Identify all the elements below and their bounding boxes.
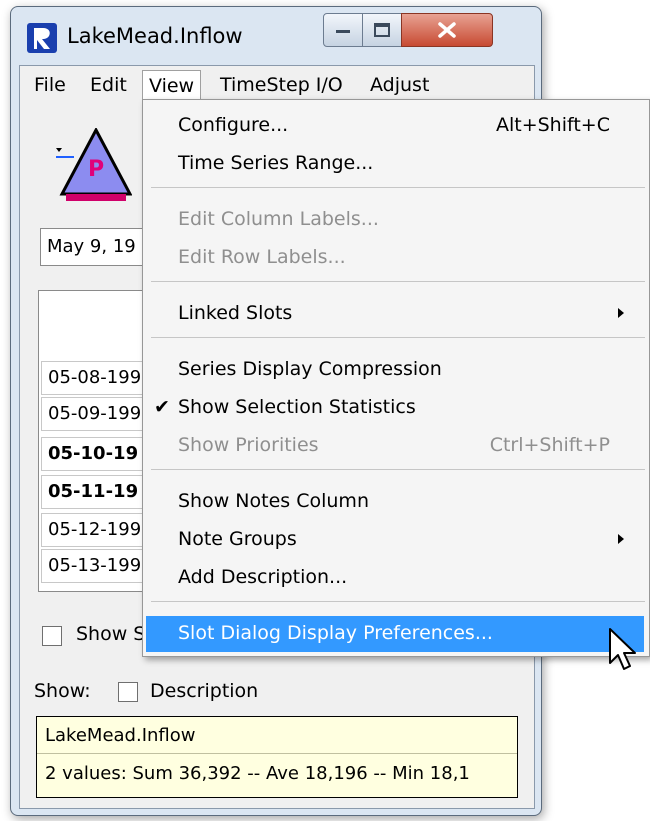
- menu-note-groups[interactable]: Note Groups: [146, 522, 644, 558]
- riverware-app-icon: [27, 23, 57, 53]
- menu-note-groups-label: Note Groups: [178, 528, 297, 550]
- menu-show-notes-column[interactable]: Show Notes Column: [146, 484, 644, 520]
- menu-separator: [151, 601, 645, 602]
- menu-add-description-label: Add Description...: [178, 566, 348, 588]
- mouse-pointer-icon: [609, 628, 636, 670]
- menu-adjust[interactable]: Adjust: [364, 70, 435, 100]
- menu-slot-dialog-display-preferences-label: Slot Dialog Display Preferences...: [178, 622, 493, 644]
- checkmark-icon: ✔: [154, 396, 170, 418]
- description-checkbox[interactable]: [118, 682, 138, 702]
- menu-separator: [151, 281, 645, 282]
- submenu-arrow-icon: [618, 308, 624, 318]
- status-slot-name: LakeMead.Inflow: [45, 725, 196, 746]
- menu-view[interactable]: View: [142, 70, 202, 101]
- status-statistics: 2 values: Sum 36,392 -- Ave 18,196 -- Mi…: [45, 763, 470, 784]
- object-icon-letter: P: [88, 157, 104, 182]
- close-icon: [438, 22, 456, 38]
- menu-add-description[interactable]: Add Description...: [146, 560, 644, 596]
- minimize-button[interactable]: [323, 13, 363, 47]
- menu-linked-slots-label: Linked Slots: [178, 302, 293, 324]
- menu-time-series-range[interactable]: Time Series Range...: [146, 146, 644, 182]
- menu-show-selection-statistics-label: Show Selection Statistics: [178, 396, 416, 418]
- menu-timestep-io[interactable]: TimeStep I/O: [214, 70, 349, 100]
- show-label: Show:: [34, 680, 91, 702]
- maximize-button[interactable]: [362, 13, 402, 47]
- show-s-label: Show S: [76, 623, 146, 645]
- menu-edit-row-labels: Edit Row Labels...: [146, 240, 644, 276]
- menu-edit[interactable]: Edit: [84, 70, 133, 100]
- description-label: Description: [150, 680, 259, 702]
- menu-show-selection-statistics[interactable]: ✔ Show Selection Statistics: [146, 390, 644, 426]
- menu-configure-shortcut: Alt+Shift+C: [495, 114, 610, 136]
- menu-show-priorities: Show Priorities Ctrl+Shift+P: [146, 428, 644, 464]
- show-s-checkbox[interactable]: [42, 626, 62, 646]
- menu-edit-row-labels-label: Edit Row Labels...: [178, 246, 346, 268]
- menu-linked-slots[interactable]: Linked Slots: [146, 296, 644, 332]
- submenu-arrow-icon: [618, 534, 624, 544]
- menu-file[interactable]: File: [28, 70, 72, 100]
- menu-time-series-range-label: Time Series Range...: [178, 152, 374, 174]
- maximize-icon: [374, 23, 390, 37]
- menu-series-display-compression-label: Series Display Compression: [178, 358, 442, 380]
- menu-configure[interactable]: Configure... Alt+Shift+C: [146, 108, 644, 144]
- menu-separator: [151, 187, 645, 188]
- menu-separator: [151, 469, 645, 470]
- menu-edit-column-labels-label: Edit Column Labels...: [178, 208, 379, 230]
- menu-separator: [151, 337, 645, 338]
- close-button[interactable]: [401, 13, 493, 47]
- view-menu-dropdown: Configure... Alt+Shift+C Time Series Ran…: [142, 99, 650, 657]
- status-divider: [37, 753, 517, 754]
- menu-edit-column-labels: Edit Column Labels...: [146, 202, 644, 238]
- window-title: LakeMead.Inflow: [67, 24, 243, 48]
- title-bar[interactable]: LakeMead.Inflow: [11, 7, 541, 61]
- menu-configure-label: Configure...: [178, 114, 289, 136]
- minimize-icon: [336, 30, 350, 33]
- menu-bar: File Edit View TimeStep I/O Adjust: [20, 66, 534, 102]
- menu-show-notes-column-label: Show Notes Column: [178, 490, 369, 512]
- reservoir-object-icon: P: [56, 128, 132, 201]
- menu-show-priorities-label: Show Priorities: [178, 434, 319, 456]
- status-panel: LakeMead.Inflow 2 values: Sum 36,392 -- …: [36, 716, 518, 798]
- menu-series-display-compression[interactable]: Series Display Compression: [146, 352, 644, 388]
- menu-slot-dialog-display-preferences[interactable]: Slot Dialog Display Preferences...: [146, 616, 644, 652]
- menu-show-priorities-shortcut: Ctrl+Shift+P: [489, 434, 610, 456]
